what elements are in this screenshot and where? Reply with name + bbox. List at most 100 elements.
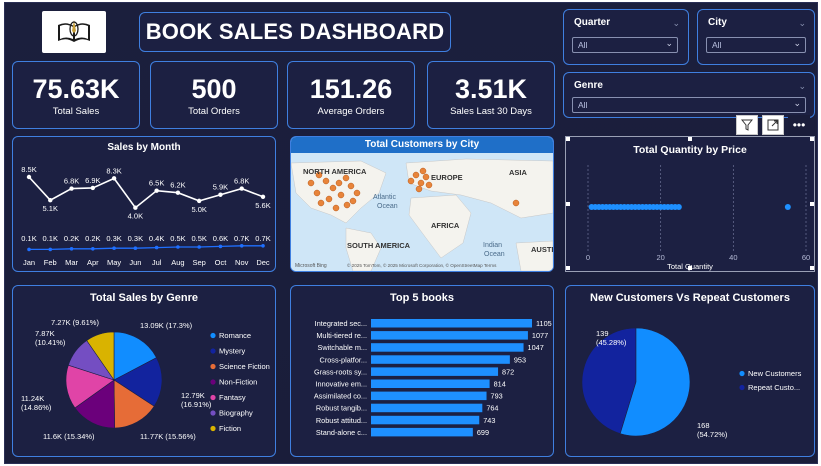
x-tick-label: Mar (65, 258, 78, 267)
sales-by-month-card[interactable]: Sales by Month 8.5K 5.1K 6.8K 6.9K 8.3K 4.0K 6… (12, 136, 276, 272)
map-label: SOUTH AMERICA (347, 241, 411, 250)
data-point (197, 245, 201, 249)
open-book-logo-icon (58, 20, 90, 42)
top-books-card[interactable]: Top 5 books Integrated sec... 1105 Multi-t… (290, 285, 554, 457)
legend-marker (210, 379, 216, 385)
sales-by-genre-card[interactable]: Total Sales by Genre 13.09K (17.3%) 12.79… (12, 285, 276, 457)
data-label: 0.3K (128, 234, 143, 243)
data-label: 168 (697, 421, 710, 430)
dashboard-canvas: BOOK SALES DASHBOARD 75.63K Total Sales … (4, 2, 818, 464)
data-point (260, 194, 266, 199)
map-label: Ocean (484, 251, 505, 258)
kpi-total-sales[interactable]: 75.63K Total Sales (12, 61, 140, 129)
data-label: 0.7K (255, 234, 270, 243)
data-label: 0.6K (213, 234, 228, 243)
data-point (69, 186, 74, 191)
page-title-text: BOOK SALES DASHBOARD (145, 19, 445, 44)
category-label: Stand-alone c... (316, 428, 367, 437)
category-label: Switchable m... (318, 343, 367, 352)
data-label: 5.0K (191, 205, 206, 214)
data-label: 872 (502, 367, 514, 376)
data-label: 6.8K (64, 177, 79, 186)
data-label: 1077 (532, 331, 548, 340)
x-tick-label: Feb (44, 258, 57, 267)
kpi-sales-last-30-days[interactable]: 3.51K Sales Last 30 Days (427, 61, 555, 129)
chart-title: Total Customers by City (291, 137, 553, 153)
focus-mode-icon[interactable] (762, 115, 784, 135)
quarter-dropdown[interactable]: All ⌄ (572, 37, 678, 53)
chevron-down-icon: ⌄ (793, 98, 801, 108)
map-label: Ocean (377, 203, 398, 210)
series-line (29, 245, 263, 251)
kpi-average-orders[interactable]: 151.26 Average Orders (287, 61, 415, 129)
page-title: BOOK SALES DASHBOARD (139, 12, 451, 52)
kpi-value: 3.51K (454, 73, 528, 104)
data-label: 6.5K (149, 179, 164, 188)
data-point (133, 205, 138, 210)
legend-marker (739, 370, 745, 377)
legend-label: Fantasy (219, 393, 246, 402)
new-vs-repeat-card[interactable]: New Customers Vs Repeat Customers 139 (45… (565, 285, 815, 457)
dropdown-value: All (712, 40, 722, 50)
slicer-title: Quarter (574, 17, 611, 28)
legend-label: Mystery (219, 347, 246, 356)
quantity-by-price-card[interactable]: Total Quantity by Price 0 20 40 60 Total Qua… (565, 136, 815, 272)
x-tick-label: 20 (656, 253, 664, 262)
data-label: 0.1K (21, 234, 36, 243)
legend-label: Non-Fiction (219, 378, 257, 387)
category-label: Assimilated co... (314, 392, 367, 401)
chevron-down-icon[interactable]: ⌄ (798, 81, 806, 92)
more-options-icon[interactable]: ••• (788, 115, 810, 135)
resize-handle (566, 137, 570, 141)
x-tick-label: Jun (129, 258, 141, 267)
data-label: 8.3K (106, 166, 121, 175)
category-label: Cross-platfor... (320, 355, 367, 364)
data-label: 5.1K (43, 204, 58, 213)
chevron-down-icon[interactable]: ⌄ (672, 18, 680, 29)
category-label: Robust tangib... (316, 404, 367, 413)
city-dropdown[interactable]: All ⌄ (706, 37, 806, 53)
data-label: 7.87K (35, 329, 55, 338)
resize-handle (566, 202, 570, 206)
data-point (218, 192, 223, 197)
logo (42, 11, 106, 53)
x-tick-label: 60 (802, 253, 810, 262)
x-tick-label: Aug (171, 258, 184, 267)
bar (371, 403, 483, 413)
chevron-down-icon[interactable]: ⌄ (798, 18, 806, 29)
sales-by-genre-chart: 13.09K (17.3%) 12.79K(16.91%) 11.77K (15.5… (21, 318, 270, 441)
data-label: 4.0K (128, 212, 143, 221)
data-label: 953 (514, 355, 526, 364)
quantity-by-price-chart: 0 20 40 60Total Quantity (566, 137, 814, 271)
data-point (27, 247, 31, 252)
map-label: ASIA (509, 168, 528, 177)
filter-icon[interactable] (736, 115, 758, 135)
x-tick-label: Apr (87, 258, 99, 267)
data-label: 139 (596, 329, 609, 338)
genre-dropdown[interactable]: All ⌄ (572, 97, 806, 113)
data-label: (16.91%) (181, 400, 212, 409)
map-label: EUROPE (431, 173, 463, 182)
resize-handle (810, 202, 814, 206)
data-label: 1105 (536, 319, 552, 328)
data-label: 743 (483, 416, 495, 425)
data-point (112, 246, 116, 250)
bar (371, 343, 524, 352)
data-point (26, 174, 32, 180)
data-label: 764 (486, 404, 498, 413)
data-point (175, 190, 181, 195)
data-label: (14.86%) (21, 403, 52, 412)
category-label: Multi-tiered re... (316, 331, 367, 340)
data-label: 5.9K (213, 183, 228, 192)
kpi-total-orders[interactable]: 500 Total Orders (150, 61, 278, 129)
bar (371, 355, 510, 364)
x-tick-label: 40 (729, 253, 737, 262)
resize-handle (688, 266, 692, 270)
customers-by-city-map[interactable]: Total Customers by City NORTH AMERICA EU… (290, 136, 554, 272)
data-point (261, 244, 265, 248)
data-label: 8.5K (21, 165, 36, 174)
kpi-value: 75.63K (32, 73, 120, 104)
x-tick-label: Dec (256, 258, 270, 267)
x-tick-label: May (107, 258, 121, 267)
map-label: NORTH AMERICA (303, 167, 367, 176)
